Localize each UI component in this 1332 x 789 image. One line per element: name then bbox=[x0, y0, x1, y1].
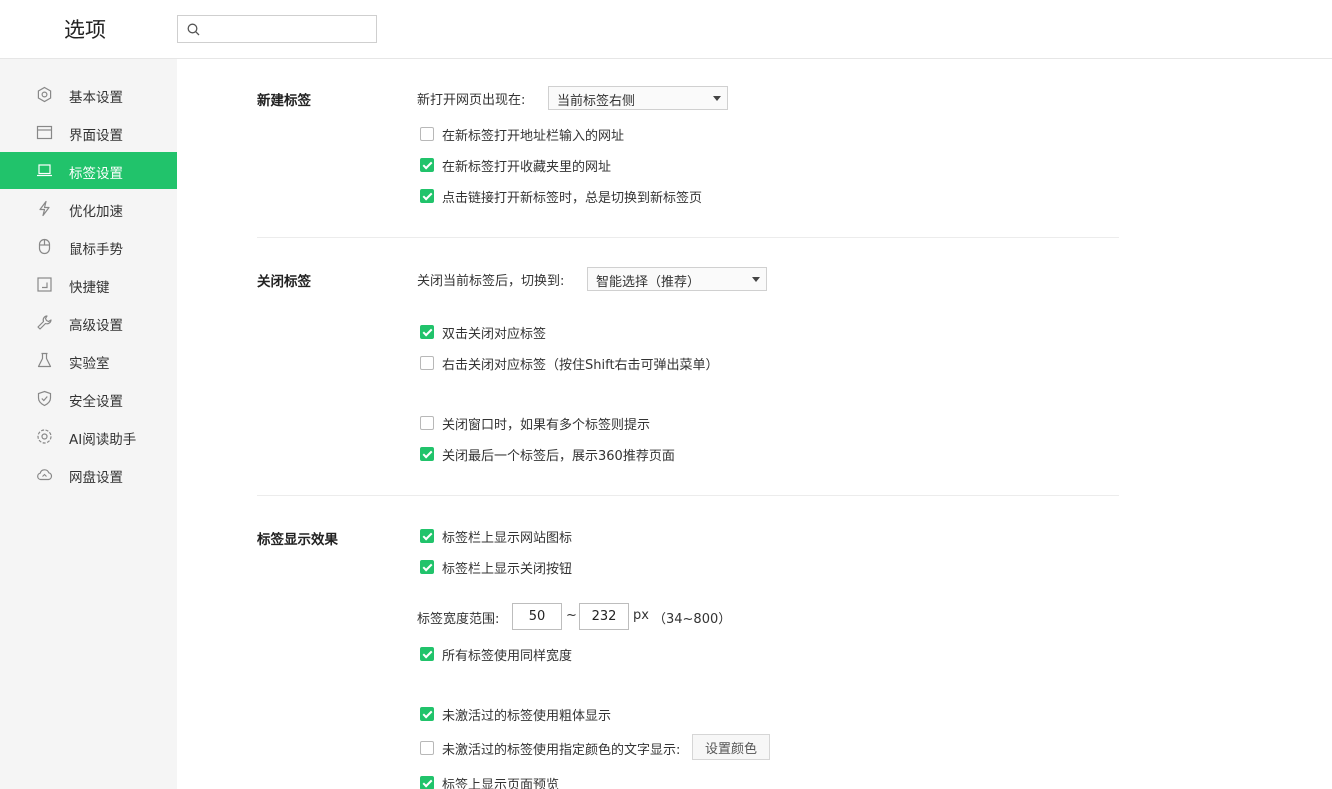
close-switch-select[interactable]: 智能选择（推荐） bbox=[587, 267, 767, 291]
sidebar-item-cloud-drive[interactable]: 网盘设置 bbox=[0, 456, 177, 493]
sidebar-item-label: 优化加速 bbox=[69, 204, 123, 220]
search-icon bbox=[187, 23, 200, 36]
tab-width-unit: px bbox=[633, 608, 649, 623]
search-box[interactable] bbox=[177, 15, 377, 43]
tab-width-label: 标签宽度范围: bbox=[417, 612, 500, 627]
checkbox-box bbox=[420, 189, 434, 203]
sidebar-item-lab[interactable]: 实验室 bbox=[0, 342, 177, 379]
sidebar-item-label: 标签设置 bbox=[69, 166, 123, 182]
sidebar-item-mouse-gesture[interactable]: 鼠标手势 bbox=[0, 228, 177, 265]
sidebar-item-label: 网盘设置 bbox=[69, 470, 123, 486]
tab-width-hint: （34~800） bbox=[653, 612, 732, 627]
settings-content: 新建标签 新打开网页出现在: 当前标签右侧 在新标签打开地址栏输入的网址 在新标… bbox=[177, 59, 1332, 789]
flask-icon bbox=[37, 352, 52, 368]
sidebar-item-label: 鼠标手势 bbox=[69, 242, 123, 258]
checkbox-label: 标签栏上显示关闭按钮 bbox=[442, 562, 573, 577]
section-title-close-tab: 关闭标签 bbox=[257, 274, 311, 290]
sidebar-item-label: AI阅读助手 bbox=[69, 432, 137, 448]
checkbox-label: 标签上显示页面预览 bbox=[442, 778, 560, 789]
checkbox-label: 点击链接打开新标签时，总是切换到新标签页 bbox=[442, 191, 703, 206]
chevron-down-icon bbox=[752, 277, 760, 282]
gear-icon bbox=[37, 86, 52, 103]
checkbox-label: 未激活过的标签使用粗体显示 bbox=[442, 709, 612, 724]
checkbox-box bbox=[420, 325, 434, 339]
section-divider bbox=[257, 495, 1119, 496]
checkbox-label: 在新标签打开地址栏输入的网址 bbox=[442, 129, 625, 144]
sidebar-item-label: 基本设置 bbox=[69, 90, 123, 106]
checkbox-box bbox=[420, 560, 434, 574]
checkbox-box bbox=[420, 707, 434, 721]
checkbox-label: 双击关闭对应标签 bbox=[442, 327, 547, 342]
checkbox-box bbox=[420, 741, 434, 755]
tab-width-separator: ~ bbox=[566, 608, 577, 623]
sidebar-item-label: 高级设置 bbox=[69, 318, 123, 334]
checkbox-label: 右击关闭对应标签（按住Shift右击可弹出菜单） bbox=[442, 358, 719, 373]
checkbox-label: 未激活过的标签使用指定颜色的文字显示: bbox=[442, 743, 681, 758]
lightning-icon bbox=[39, 200, 50, 217]
tab-width-max-input[interactable] bbox=[579, 603, 629, 630]
sidebar-item-label: 界面设置 bbox=[69, 128, 123, 144]
section-divider bbox=[257, 237, 1119, 238]
checkbox-label: 所有标签使用同样宽度 bbox=[442, 649, 573, 664]
cloud-icon bbox=[37, 469, 53, 481]
section-title-new-tab: 新建标签 bbox=[257, 93, 311, 109]
checkbox-label: 关闭最后一个标签后，展示360推荐页面 bbox=[442, 449, 675, 464]
search-input[interactable] bbox=[206, 18, 372, 40]
top-bar: 选项 bbox=[0, 0, 1332, 59]
shortcut-icon bbox=[37, 277, 52, 292]
open-position-select[interactable]: 当前标签右侧 bbox=[548, 86, 728, 110]
sidebar: 基本设置 界面设置 标签设置 优化加速 鼠标手势 快捷键 高级设置 实验室 安全… bbox=[0, 59, 177, 789]
chevron-down-icon bbox=[713, 96, 721, 101]
shield-icon bbox=[37, 390, 52, 407]
tab-icon bbox=[37, 164, 52, 177]
checkbox-box bbox=[420, 158, 434, 172]
page-title: 选项 bbox=[64, 18, 106, 42]
checkbox-box bbox=[420, 647, 434, 661]
sidebar-item-basic[interactable]: 基本设置 bbox=[0, 76, 177, 113]
checkbox-box bbox=[420, 529, 434, 543]
open-position-value: 当前标签右侧 bbox=[557, 94, 636, 109]
window-icon bbox=[36, 125, 53, 140]
checkbox-label: 标签栏上显示网站图标 bbox=[442, 531, 573, 546]
checkbox-box bbox=[420, 416, 434, 430]
mouse-icon bbox=[38, 238, 51, 255]
checkbox-box bbox=[420, 127, 434, 141]
sidebar-item-optimize[interactable]: 优化加速 bbox=[0, 190, 177, 227]
sidebar-item-label: 实验室 bbox=[69, 356, 110, 372]
sidebar-item-security[interactable]: 安全设置 bbox=[0, 380, 177, 417]
sidebar-item-advanced[interactable]: 高级设置 bbox=[0, 304, 177, 341]
sidebar-item-label: 快捷键 bbox=[69, 280, 110, 296]
close-switch-label: 关闭当前标签后，切换到: bbox=[417, 274, 565, 289]
checkbox-box bbox=[420, 447, 434, 461]
tab-width-min-input[interactable] bbox=[512, 603, 562, 630]
close-switch-value: 智能选择（推荐） bbox=[596, 275, 701, 290]
sidebar-item-ai-reader[interactable]: AI阅读助手 bbox=[0, 418, 177, 455]
checkbox-label: 在新标签打开收藏夹里的网址 bbox=[442, 160, 612, 175]
sidebar-item-label: 安全设置 bbox=[69, 394, 123, 410]
set-color-button[interactable]: 设置颜色 bbox=[692, 734, 770, 760]
ai-icon bbox=[37, 429, 52, 444]
open-position-label: 新打开网页出现在: bbox=[417, 93, 526, 108]
wrench-icon bbox=[37, 315, 52, 330]
sidebar-item-tabs[interactable]: 标签设置 bbox=[0, 152, 177, 189]
checkbox-box bbox=[420, 356, 434, 370]
sidebar-item-shortcuts[interactable]: 快捷键 bbox=[0, 266, 177, 303]
sidebar-item-interface[interactable]: 界面设置 bbox=[0, 114, 177, 151]
checkbox-label: 关闭窗口时，如果有多个标签则提示 bbox=[442, 418, 651, 433]
checkbox-box bbox=[420, 776, 434, 789]
section-title-display: 标签显示效果 bbox=[257, 532, 338, 548]
